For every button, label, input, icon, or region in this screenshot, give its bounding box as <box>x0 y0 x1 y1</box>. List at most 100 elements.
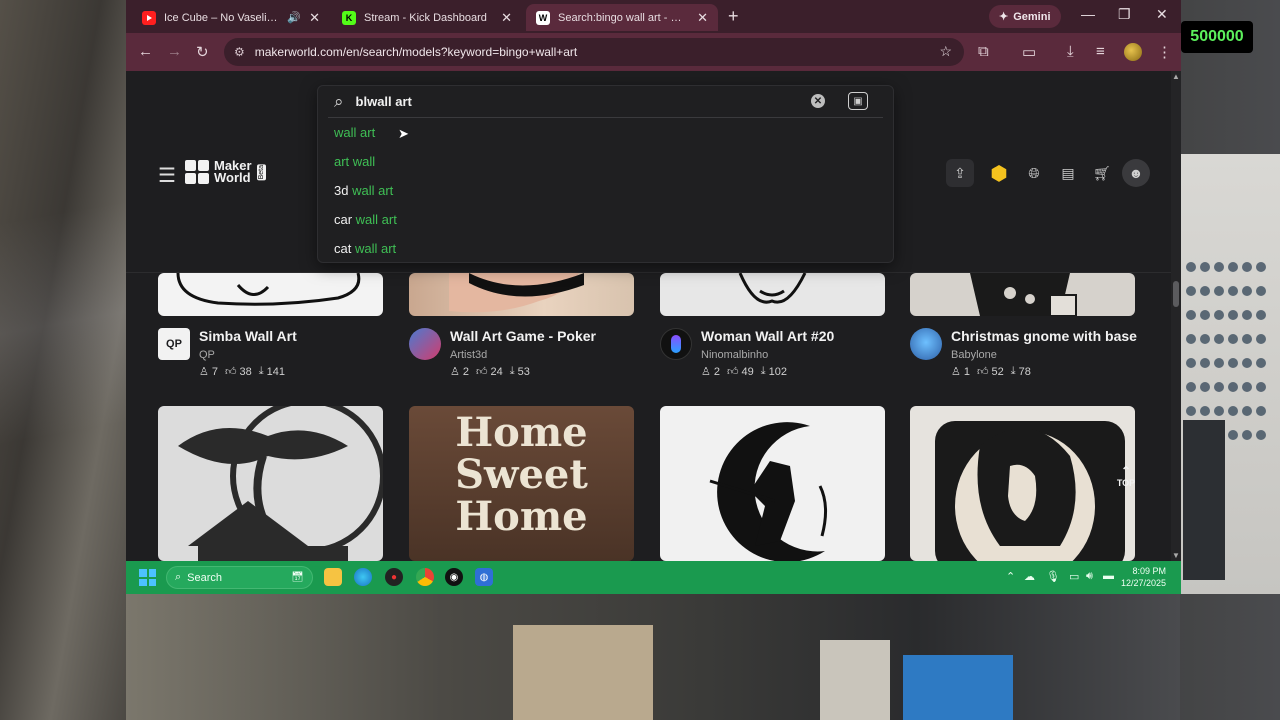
user-avatar[interactable]: ☻ <box>1122 159 1150 187</box>
printer-object <box>1183 420 1225 580</box>
model-card[interactable]: Woman Wall Art #20 Ninomalbinho ♙ 2 👍︎ 49 … <box>660 273 885 383</box>
model-card[interactable]: Christmas gnome with base Babylone ♙ 1 👍︎… <box>910 273 1137 383</box>
model-thumbnail[interactable] <box>409 273 634 316</box>
messages-icon[interactable]: ▤ <box>1054 159 1082 187</box>
model-stats: ♙ 2 👍︎ 49 ⤓ 102 <box>701 365 787 378</box>
chevron-up-icon[interactable]: ⌃ <box>1006 570 1015 583</box>
suggestion-item[interactable]: 3d wall art <box>334 183 393 198</box>
minimize-icon[interactable]: — <box>1081 6 1095 22</box>
suggestion-item[interactable]: art wall <box>334 154 375 169</box>
file-explorer-icon[interactable] <box>324 568 342 586</box>
cart-icon[interactable]: 🛒︎ <box>1088 159 1116 187</box>
extensions-icon[interactable]: ⧉ <box>978 43 989 60</box>
cloud-icon[interactable]: ☁ <box>1024 570 1035 583</box>
model-thumbnail[interactable] <box>158 273 383 316</box>
scroll-down-icon[interactable]: ▼ <box>1172 551 1180 560</box>
image-search-icon[interactable]: ▣ <box>848 92 868 110</box>
model-thumbnail-home[interactable]: Home Sweet Home <box>409 406 634 561</box>
back-to-top-button[interactable]: ⌃ TOP <box>1111 461 1141 491</box>
like-count: 52 <box>991 365 1004 378</box>
model-author[interactable]: QP <box>199 349 215 361</box>
forward-icon[interactable]: → <box>167 43 182 60</box>
model-author[interactable]: Ninomalbinho <box>701 349 768 361</box>
suggestion-item[interactable]: wall art <box>334 125 375 140</box>
scroll-up-icon[interactable]: ▲ <box>1172 72 1180 81</box>
cast-icon[interactable]: ▭ <box>1022 43 1036 61</box>
beta-badge: Beta <box>256 163 266 181</box>
model-author[interactable]: Artist3d <box>450 349 487 361</box>
new-tab-button[interactable]: + <box>728 6 739 27</box>
close-icon[interactable]: ✕ <box>501 10 512 26</box>
download-count: 141 <box>266 365 285 378</box>
author-avatar[interactable]: QP <box>158 328 190 360</box>
media-icon[interactable]: ≡ <box>1096 43 1105 60</box>
restore-icon[interactable]: ❐ <box>1118 6 1131 23</box>
chrome-icon[interactable] <box>416 568 434 586</box>
author-avatar[interactable] <box>409 328 441 360</box>
profile-avatar[interactable] <box>1124 43 1142 61</box>
search-input[interactable] <box>355 94 776 109</box>
download-count: 53 <box>517 365 530 378</box>
reload-icon[interactable]: ↻ <box>196 43 209 61</box>
upload-icon[interactable]: ⇪ <box>946 159 974 187</box>
model-card[interactable]: QP Simba Wall Art QP ♙ 7 👍︎ 38 ⤓ 141 <box>158 273 383 383</box>
tab-title: Ice Cube – No Vaseline (Blues Sty <box>164 11 279 24</box>
download-icon[interactable]: ⤓ <box>1067 43 1074 60</box>
model-thumbnail-samurai[interactable] <box>660 406 885 561</box>
model-title[interactable]: Simba Wall Art <box>199 328 297 344</box>
boost-count: 1 <box>963 365 970 378</box>
app-icon[interactable]: ◍ <box>475 568 493 586</box>
menu-kebab-icon[interactable]: ⋮ <box>1157 43 1172 61</box>
tab-youtube[interactable]: Ice Cube – No Vaseline (Blues Sty 🔊 ✕ <box>132 4 330 31</box>
search-icon[interactable]: ⌕ <box>334 92 344 112</box>
display-icon[interactable]: ▭ <box>1069 570 1079 583</box>
system-clock[interactable]: 8:09 PM 12/27/2025 <box>1121 565 1166 589</box>
suggestion-prefix: cat <box>334 241 355 256</box>
like-icon: 👍︎ <box>225 366 237 378</box>
speaker-icon[interactable]: 🔊 <box>287 11 301 24</box>
tab-makerworld[interactable]: W Search:bingo wall art - MakerWorld ✕ <box>526 4 718 31</box>
model-card[interactable]: Wall Art Game - Poker Artist3d ♙ 2 👍︎ 24 ⤓… <box>409 273 634 383</box>
model-author[interactable]: Babylone <box>951 349 997 361</box>
obs-icon[interactable]: ◉ <box>445 568 463 586</box>
suggestion-match: wall art <box>352 183 394 198</box>
score-overlay: 500000 <box>1181 21 1253 53</box>
suggestion-match: art wall <box>334 154 376 169</box>
suggestion-item[interactable]: car wall art <box>334 212 397 227</box>
close-icon[interactable]: ✕ <box>309 10 320 26</box>
model-thumbnail[interactable] <box>910 273 1135 316</box>
model-thumbnail[interactable] <box>660 273 885 316</box>
like-count: 24 <box>490 365 503 378</box>
globe-icon[interactable]: 🌐︎ <box>1020 159 1048 187</box>
edge-icon[interactable] <box>354 568 372 586</box>
scroll-thumb[interactable] <box>1173 281 1179 307</box>
gemini-button[interactable]: ✦ Gemini <box>989 5 1061 28</box>
close-window-icon[interactable]: ✕ <box>1156 6 1168 23</box>
model-title[interactable]: Woman Wall Art #20 <box>701 328 834 344</box>
clear-icon[interactable]: ✕ <box>811 94 825 108</box>
makerworld-logo[interactable]: Maker World Beta <box>185 159 266 184</box>
tab-title: Stream - Kick Dashboard <box>364 11 487 24</box>
model-title[interactable]: Wall Art Game - Poker <box>450 328 596 344</box>
author-avatar[interactable] <box>660 328 692 360</box>
bookmark-star-icon[interactable]: ☆ <box>939 43 952 60</box>
hamburger-menu-icon[interactable]: ☰ <box>158 163 176 188</box>
points-badge-icon[interactable]: ⬢ <box>985 159 1013 187</box>
close-icon[interactable]: ✕ <box>697 10 708 26</box>
model-thumbnail-portrait[interactable] <box>910 406 1135 561</box>
volume-icon[interactable]: 🔊︎ <box>1086 570 1093 583</box>
author-avatar[interactable] <box>910 328 942 360</box>
site-settings-icon[interactable]: ⚙ <box>234 45 245 59</box>
address-bar[interactable]: ⚙ makerworld.com/en/search/models?keywor… <box>224 38 964 66</box>
battery-icon[interactable]: ▬ <box>1103 570 1114 582</box>
suggestion-item[interactable]: cat wall art <box>334 241 396 256</box>
model-thumbnail-bonsai[interactable] <box>158 406 383 561</box>
model-title[interactable]: Christmas gnome with base <box>951 328 1137 344</box>
app-icon[interactable]: ● <box>385 568 403 586</box>
tab-kick[interactable]: K Stream - Kick Dashboard ✕ <box>332 4 522 31</box>
back-icon[interactable]: ← <box>138 43 153 60</box>
microphone-icon[interactable]: 🎙︎ <box>1046 570 1060 583</box>
page-scrollbar[interactable]: ▲ ▼ <box>1171 71 1181 561</box>
taskbar-search[interactable]: ⌕ Search 📅︎ <box>166 566 313 589</box>
windows-start-icon[interactable] <box>139 569 156 586</box>
